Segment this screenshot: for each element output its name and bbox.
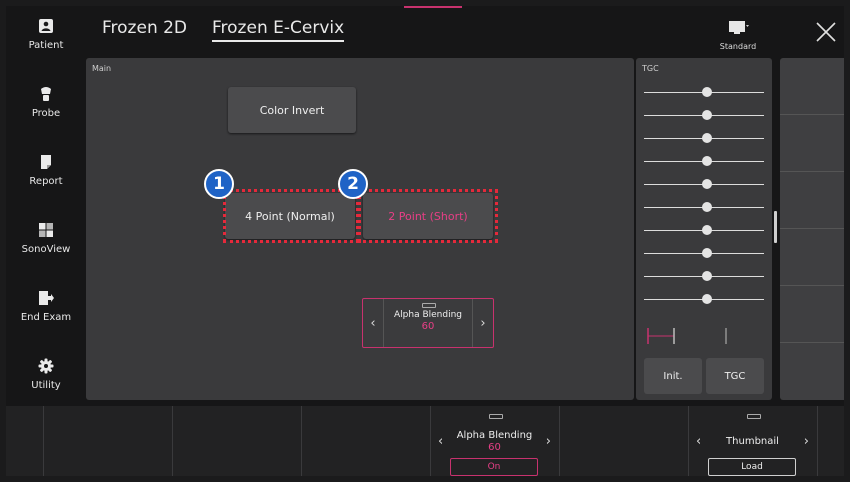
tgc-init-button[interactable]: Init. xyxy=(644,358,702,394)
slider-knob[interactable] xyxy=(702,110,712,120)
tgc-slider[interactable] xyxy=(644,202,764,212)
sidebar: Patient Probe Report SonoView End Exam U… xyxy=(6,6,86,406)
indicator-icon xyxy=(488,414,503,419)
color-invert-button[interactable]: Color Invert xyxy=(228,87,356,133)
slider-knob[interactable] xyxy=(702,179,712,189)
step-badge-1: 1 xyxy=(204,169,234,199)
indicator-icon xyxy=(746,414,761,419)
slider-knob[interactable] xyxy=(702,225,712,235)
report-icon xyxy=(41,155,51,169)
slider-knob[interactable] xyxy=(702,202,712,212)
top-accent-bar xyxy=(404,6,462,8)
bottom-divider xyxy=(172,406,173,476)
probe-icon xyxy=(41,87,51,101)
preset-standard-button[interactable]: Standard xyxy=(710,16,766,56)
preset-label: Standard xyxy=(719,42,757,51)
bottom-alpha-blending-label: Alpha Blending xyxy=(456,430,533,441)
bottom-divider xyxy=(559,406,560,476)
slider-knob[interactable] xyxy=(702,156,712,166)
right-panel-divider xyxy=(780,342,844,343)
main-panel-title: Main xyxy=(92,64,112,73)
stepper-increase-button[interactable]: › xyxy=(473,299,493,347)
step-badge-2: 2 xyxy=(338,169,368,199)
sidebar-item-patient[interactable]: Patient xyxy=(6,10,86,70)
close-icon[interactable] xyxy=(814,20,838,44)
bottom-divider xyxy=(817,406,818,476)
thumbnail-label: Thumbnail xyxy=(726,436,779,447)
tgc-slider[interactable] xyxy=(644,110,764,120)
sidebar-item-probe[interactable]: Probe xyxy=(6,78,86,138)
right-panel-divider xyxy=(780,285,844,286)
alpha-blending-label: Alpha Blending xyxy=(394,310,462,320)
tgc-curve-indicator xyxy=(647,328,727,344)
bottom-alpha-blending-value: 60 xyxy=(488,442,501,453)
alpha-blending-value: 60 xyxy=(421,321,435,332)
main-panel: Main Color Invert 4 Point (Normal) 2 Poi… xyxy=(86,58,634,400)
gear-icon xyxy=(38,358,54,374)
bottom-alpha-blending-control[interactable]: ‹ Alpha Blending 60 › On xyxy=(430,406,559,476)
sidebar-item-label: SonoView xyxy=(21,244,71,255)
tgc-slider[interactable] xyxy=(644,248,764,258)
right-panel-divider xyxy=(780,114,844,115)
alpha-blending-value-area: Alpha Blending 60 xyxy=(383,299,473,347)
sidebar-item-utility[interactable]: Utility xyxy=(6,350,86,410)
end-exam-icon xyxy=(39,291,54,305)
bottom-divider xyxy=(301,406,302,476)
alpha-blending-on-toggle[interactable]: On xyxy=(450,458,538,476)
patient-icon xyxy=(39,19,53,33)
tgc-button[interactable]: TGC xyxy=(706,358,764,394)
chevron-right-icon[interactable]: › xyxy=(804,434,809,449)
tab-frozen-e-cervix[interactable]: Frozen E-Cervix xyxy=(212,18,345,42)
sidebar-item-label: Patient xyxy=(28,40,64,51)
sidebar-item-label: Probe xyxy=(31,108,61,119)
slider-knob[interactable] xyxy=(702,248,712,258)
monitor-icon xyxy=(729,21,749,34)
tgc-panel-title: TGC xyxy=(642,64,659,73)
stepper-decrease-button[interactable]: ‹ xyxy=(363,299,383,347)
bottom-divider xyxy=(43,406,44,476)
sidebar-item-report[interactable]: Report xyxy=(6,146,86,206)
chevron-right-icon[interactable]: › xyxy=(546,434,551,449)
slider-knob[interactable] xyxy=(702,271,712,281)
tgc-slider[interactable] xyxy=(644,87,764,97)
slider-knob[interactable] xyxy=(702,294,712,304)
thumbnail-load-button[interactable]: Load xyxy=(708,458,796,476)
tgc-slider[interactable] xyxy=(644,156,764,166)
sidebar-item-label: End Exam xyxy=(20,312,72,323)
slider-knob[interactable] xyxy=(702,133,712,143)
tgc-slider[interactable] xyxy=(644,294,764,304)
screen: Patient Probe Report SonoView End Exam U… xyxy=(6,6,844,476)
tgc-slider[interactable] xyxy=(644,271,764,281)
indicator-icon xyxy=(422,303,436,308)
tgc-slider[interactable] xyxy=(644,133,764,143)
callout-box-1 xyxy=(223,189,359,243)
sidebar-item-end-exam[interactable]: End Exam xyxy=(6,282,86,342)
tab-frozen-2d[interactable]: Frozen 2D xyxy=(102,18,187,38)
right-panel xyxy=(780,58,844,400)
panel-drag-handle[interactable] xyxy=(774,211,777,243)
slider-knob[interactable] xyxy=(702,87,712,97)
callout-box-2 xyxy=(358,189,498,243)
sidebar-item-sonoview[interactable]: SonoView xyxy=(6,214,86,274)
tgc-panel: TGC Init. TGC xyxy=(636,58,772,400)
alpha-blending-stepper[interactable]: ‹ Alpha Blending 60 › xyxy=(362,298,494,348)
right-panel-divider xyxy=(780,228,844,229)
right-panel-divider xyxy=(780,171,844,172)
sidebar-item-label: Report xyxy=(29,176,63,187)
sidebar-item-label: Utility xyxy=(31,380,61,391)
sonoview-icon xyxy=(39,223,53,237)
tgc-slider[interactable] xyxy=(644,225,764,235)
bottom-thumbnail-control[interactable]: ‹ Thumbnail › Load xyxy=(688,406,817,476)
tgc-slider[interactable] xyxy=(644,179,764,189)
